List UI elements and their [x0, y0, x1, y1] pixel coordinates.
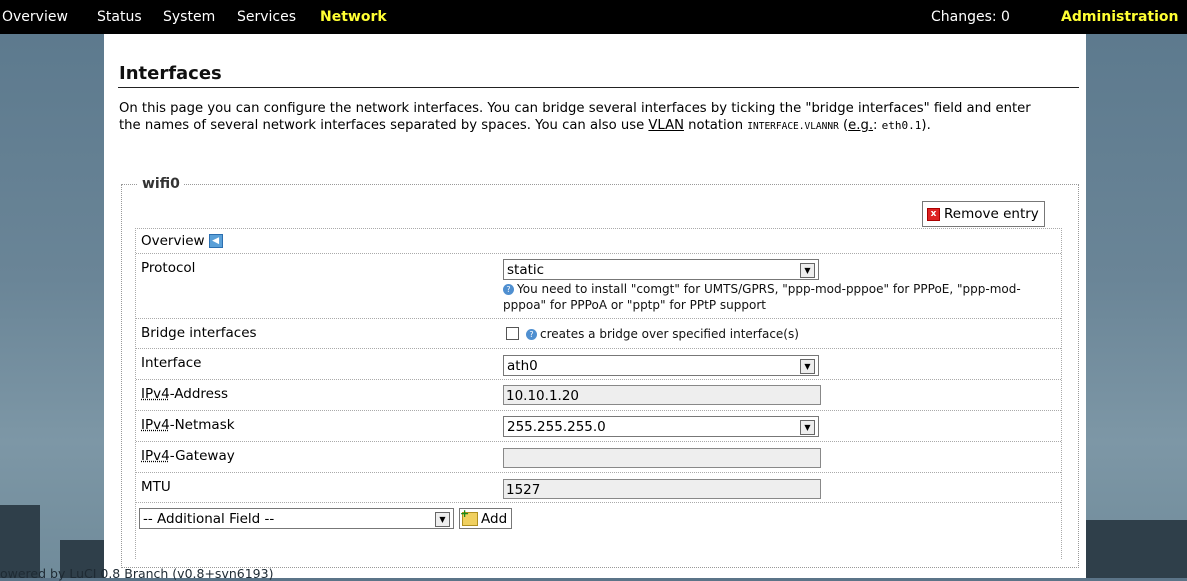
menu-administration[interactable]: Administration [1061, 9, 1178, 25]
ipv4-address-label: IPv4-Address [141, 386, 228, 402]
protocol-value: static [507, 262, 545, 278]
bridge-row: Bridge interfaces ? creates a bridge over… [136, 318, 1061, 349]
title-divider [118, 87, 1079, 88]
remove-entry-button[interactable]: x Remove entry [922, 201, 1045, 227]
code-interface-vlannr: INTERFACE.VLANNR [747, 121, 839, 132]
protocol-label: Protocol [141, 260, 196, 276]
bridge-checkbox[interactable] [506, 327, 519, 340]
protocol-hint: ? You need to install "comgt" for UMTS/GP… [503, 281, 1053, 313]
page-description: On this page you can configure the netwo… [119, 100, 1054, 135]
additional-field-select[interactable]: -- Additional Field -- ▼ [139, 508, 454, 529]
mtu-input[interactable]: 1527 [503, 479, 821, 499]
mtu-row: MTU 1527 [136, 472, 1061, 503]
collapse-icon[interactable]: ◀ [208, 234, 223, 248]
interface-select[interactable]: ath0 ▼ [503, 355, 819, 376]
add-folder-icon [460, 507, 478, 526]
ipv4-gateway-label: IPv4-Gateway [141, 448, 235, 464]
ipv4-address-row: IPv4-Address 10.10.1.20 [136, 379, 1061, 411]
additional-field-row: -- Additional Field -- ▼ Add [136, 502, 1061, 538]
ipv4-abbr: IPv4 [141, 417, 170, 433]
changes-counter[interactable]: Changes: 0 [931, 9, 1010, 25]
protocol-row: Protocol static ▼ ? You need to install "… [136, 253, 1061, 319]
vlan-link: VLAN [648, 118, 684, 133]
ipv4-address-input[interactable]: 10.10.1.20 [503, 385, 821, 405]
menu-status[interactable]: Status [97, 9, 142, 25]
protocol-select[interactable]: static ▼ [503, 259, 819, 280]
remove-entry-label: Remove entry [944, 206, 1039, 222]
chevron-down-icon: ▼ [800, 263, 815, 278]
desc-text: notation [683, 118, 748, 133]
ipv4-netmask-label-text: -Netmask [169, 417, 235, 433]
ipv4-netmask-value: 255.255.255.0 [507, 419, 606, 435]
desc-text: ). [921, 118, 931, 133]
ipv4-gateway-input[interactable] [503, 448, 821, 468]
content-panel: Interfaces On this page you can configur… [104, 34, 1086, 578]
ipv4-gateway-row: IPv4-Gateway [136, 441, 1061, 473]
bridge-label: Bridge interfaces [141, 325, 257, 341]
interface-row: Interface ath0 ▼ [136, 348, 1061, 380]
add-button[interactable]: Add [459, 507, 513, 529]
remove-icon: x [927, 207, 940, 221]
code-example: eth0.1 [881, 119, 922, 132]
ipv4-netmask-select[interactable]: 255.255.255.0 ▼ [503, 416, 819, 437]
ipv4-netmask-row: IPv4-Netmask 255.255.255.0 ▼ [136, 410, 1061, 442]
help-icon: ? [503, 284, 514, 295]
ipv4-address-label-text: -Address [169, 386, 229, 402]
help-icon: ? [526, 329, 537, 340]
section-legend: wifi0 [138, 176, 184, 192]
desc-text: ( [838, 118, 849, 133]
footer-powered-by: owered by LuCI 0.8 Branch (v0.8+svn6193) [0, 566, 274, 581]
bridge-hint: ? creates a bridge over specified interfa… [526, 326, 926, 342]
add-label: Add [481, 510, 508, 527]
bridge-hint-text: creates a bridge over specified interfac… [540, 327, 799, 341]
additional-field-value: -- Additional Field -- [143, 511, 275, 527]
eg-abbr: e.g. [848, 118, 874, 133]
ipv4-netmask-label: IPv4-Netmask [141, 417, 235, 433]
mtu-label: MTU [141, 479, 171, 495]
menu-system[interactable]: System [163, 9, 215, 25]
ipv4-abbr: IPv4 [141, 448, 170, 464]
protocol-hint-text: You need to install "comgt" for UMTS/GPR… [503, 282, 1021, 312]
chevron-down-icon: ▼ [800, 420, 815, 435]
menu-overview[interactable]: Overview [2, 9, 68, 25]
overview-table: Overview ◀ Protocol static ▼ ? You need t… [135, 228, 1062, 559]
interface-label: Interface [141, 355, 202, 371]
menu-network[interactable]: Network [320, 9, 387, 25]
ipv4-abbr: IPv4 [141, 386, 170, 402]
desc-text: : [873, 118, 882, 133]
overview-header: Overview ◀ [141, 233, 223, 249]
menu-services[interactable]: Services [237, 9, 296, 25]
interface-value: ath0 [507, 358, 538, 374]
chevron-down-icon: ▼ [800, 359, 815, 374]
chevron-down-icon: ▼ [435, 512, 450, 527]
interface-section: wifi0 x Remove entry Overview ◀ Protocol… [121, 176, 1079, 568]
page-title: Interfaces [119, 63, 222, 84]
ipv4-gateway-label-text: -Gateway [169, 448, 235, 464]
overview-label: Overview [141, 233, 205, 249]
top-menu-bar: Overview Status System Services Network … [0, 0, 1187, 34]
background-building [1086, 520, 1187, 578]
